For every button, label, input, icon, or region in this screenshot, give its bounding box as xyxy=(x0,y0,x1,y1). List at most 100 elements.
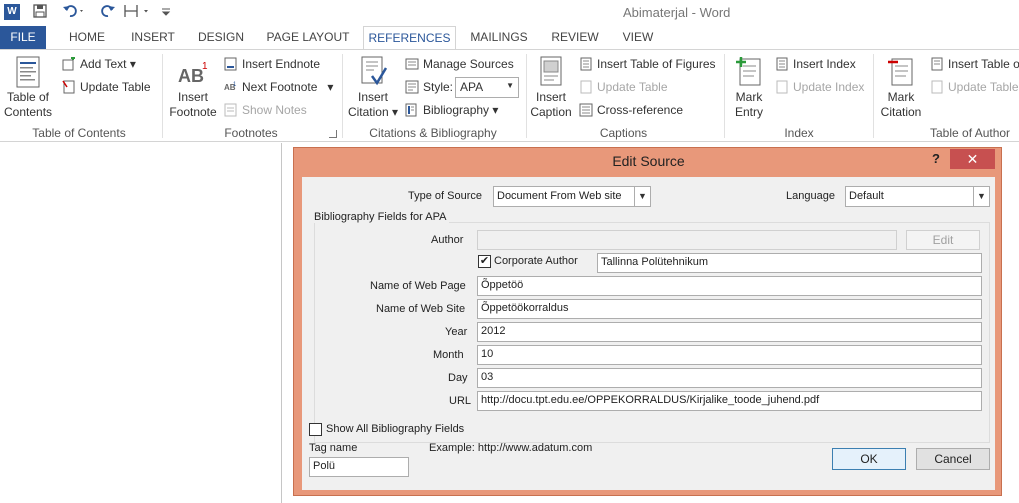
show-notes-button[interactable]: Show Notes xyxy=(224,102,307,118)
tab-home[interactable]: HOME xyxy=(57,26,117,49)
cancel-button[interactable]: Cancel xyxy=(916,448,990,470)
name-of-web-page-label: Name of Web Page xyxy=(370,280,466,292)
mark-citation-icon xyxy=(888,58,913,86)
table-of-contents-icon xyxy=(16,56,40,88)
insert-caption-button[interactable]: Insert Caption xyxy=(528,56,574,120)
show-all-fields-checkbox[interactable] xyxy=(309,423,322,436)
insert-caption-label-2: Caption xyxy=(530,105,572,119)
mark-citation-label-1: Mark xyxy=(887,90,915,104)
insert-table-of-figures-button[interactable]: Insert Table of Figures xyxy=(579,56,716,72)
insert-table-of-figures-label: Insert Table of Figures xyxy=(597,57,716,71)
cross-reference-button[interactable]: Cross-reference xyxy=(579,102,683,118)
insert-table-of-authorities-button[interactable]: Insert Table o xyxy=(930,56,1019,72)
show-all-fields-label: Show All Bibliography Fields xyxy=(326,423,465,435)
update-authorities-table-button[interactable]: Update Table xyxy=(930,79,1019,95)
show-notes-icon xyxy=(224,103,237,117)
year-label: Year xyxy=(445,326,468,338)
page-edge xyxy=(281,143,282,503)
insert-citation-label-1: Insert xyxy=(357,90,388,104)
insert-table-of-authorities-icon xyxy=(931,57,943,71)
manage-sources-button[interactable]: Manage Sources xyxy=(405,56,514,72)
tab-view[interactable]: VIEW xyxy=(616,26,660,49)
insert-footnote-button[interactable]: AB 1 Insert Footnote xyxy=(167,60,219,120)
update-table-button[interactable]: Update Table xyxy=(62,79,151,95)
mark-entry-icon xyxy=(736,57,761,86)
update-index-button[interactable]: Update Index xyxy=(775,79,864,95)
update-authorities-table-label: Update Table xyxy=(948,80,1019,94)
insert-endnote-button[interactable]: Insert Endnote xyxy=(224,56,320,72)
close-icon[interactable]: ✕ xyxy=(950,149,995,169)
bibliography-label: Bibliography xyxy=(423,103,490,117)
corporate-author-checkbox[interactable]: ✔ xyxy=(478,255,491,268)
word-app-icon[interactable]: W xyxy=(4,4,20,20)
tab-design[interactable]: DESIGN xyxy=(191,26,251,49)
author-field[interactable] xyxy=(477,230,897,250)
mark-entry-label-2: Entry xyxy=(734,105,763,119)
tab-file[interactable]: FILE xyxy=(0,26,46,49)
language-value: Default xyxy=(849,190,884,202)
language-dropdown[interactable]: Default ▼ xyxy=(845,186,990,207)
manage-sources-label: Manage Sources xyxy=(423,57,514,71)
tab-mailings[interactable]: MAILINGS xyxy=(466,26,532,49)
add-text-button[interactable]: Add Text ▾ xyxy=(62,56,136,72)
bibliography-icon xyxy=(405,103,417,117)
svg-text:AB: AB xyxy=(178,66,204,86)
style-control: Style: xyxy=(405,79,453,95)
chevron-down-icon: ▼ xyxy=(973,187,989,206)
edit-author-button[interactable]: Edit xyxy=(906,230,980,250)
mark-entry-button[interactable]: Mark Entry xyxy=(728,56,770,120)
title-bar: W Abimaterjal - Word xyxy=(0,0,1019,26)
toc-label-1: Table of xyxy=(6,90,50,104)
update-index-icon xyxy=(776,80,788,94)
redo-icon[interactable] xyxy=(100,3,116,23)
window-title: Abimaterjal - Word xyxy=(623,5,731,20)
svg-text:1: 1 xyxy=(233,82,237,88)
name-of-web-site-field[interactable]: Õppetöökorraldus xyxy=(477,299,982,319)
table-of-contents-button[interactable]: Table of Contents xyxy=(4,56,52,120)
help-icon[interactable]: ? xyxy=(932,151,940,166)
update-index-label: Update Index xyxy=(793,80,865,94)
tab-page-layout[interactable]: PAGE LAYOUT xyxy=(262,26,354,49)
cross-reference-label: Cross-reference xyxy=(597,103,684,117)
type-of-source-dropdown[interactable]: Document From Web site ▼ xyxy=(493,186,651,207)
cross-reference-icon xyxy=(579,103,593,117)
footnotes-dialog-launcher-icon[interactable] xyxy=(329,130,337,138)
year-field[interactable]: 2012 xyxy=(477,322,982,342)
insert-index-button[interactable]: Insert Index xyxy=(775,56,856,72)
ok-button[interactable]: OK xyxy=(832,448,906,470)
update-table-label: Update Table xyxy=(80,80,151,94)
footnotes-group-label: Footnotes xyxy=(224,126,278,140)
bibliography-button[interactable]: Bibliography ▾ xyxy=(405,102,498,118)
insert-citation-button[interactable]: Insert Citation ▾ xyxy=(346,56,400,120)
tag-name-field[interactable]: Polü xyxy=(309,457,409,477)
corporate-author-field[interactable]: Tallinna Polütehnikum xyxy=(597,253,982,273)
url-label: URL xyxy=(449,395,472,407)
day-field[interactable]: 03 xyxy=(477,368,982,388)
month-label: Month xyxy=(433,349,464,361)
insert-footnote-icon: AB1 xyxy=(178,61,208,86)
next-footnote-button[interactable]: AB 1 Next Footnote ▾ xyxy=(224,79,333,95)
undo-icon[interactable] xyxy=(62,3,86,23)
name-of-web-page-field[interactable]: Õppetöö xyxy=(477,276,982,296)
insert-index-icon xyxy=(776,57,788,71)
insert-caption-label-1: Insert xyxy=(535,90,566,104)
dialog-title: Edit Source xyxy=(612,153,685,169)
svg-text:1: 1 xyxy=(202,61,208,72)
tab-review[interactable]: REVIEW xyxy=(546,26,604,49)
spacing-icon[interactable] xyxy=(122,3,152,23)
tab-references[interactable]: REFERENCES xyxy=(363,26,456,50)
month-field[interactable]: 10 xyxy=(477,345,982,365)
bibliography-fields-label: Bibliography Fields for APA xyxy=(314,211,450,223)
type-of-source-value: Document From Web site xyxy=(497,190,622,202)
tag-name-label: Tag name xyxy=(309,442,358,454)
save-icon[interactable] xyxy=(32,3,48,23)
tab-insert[interactable]: INSERT xyxy=(124,26,182,49)
insert-endnote-label: Insert Endnote xyxy=(242,57,321,71)
style-label: Style: xyxy=(423,80,454,94)
url-field[interactable]: http://docu.tpt.edu.ee/OPPEKORRALDUS/Kir… xyxy=(477,391,982,411)
customize-qat-icon[interactable] xyxy=(160,3,172,23)
manage-sources-icon xyxy=(405,58,419,70)
mark-citation-button[interactable]: Mark Citation xyxy=(877,56,925,120)
update-figures-table-button[interactable]: Update Table xyxy=(579,79,668,95)
style-dropdown[interactable]: APA ▼ xyxy=(455,77,519,98)
